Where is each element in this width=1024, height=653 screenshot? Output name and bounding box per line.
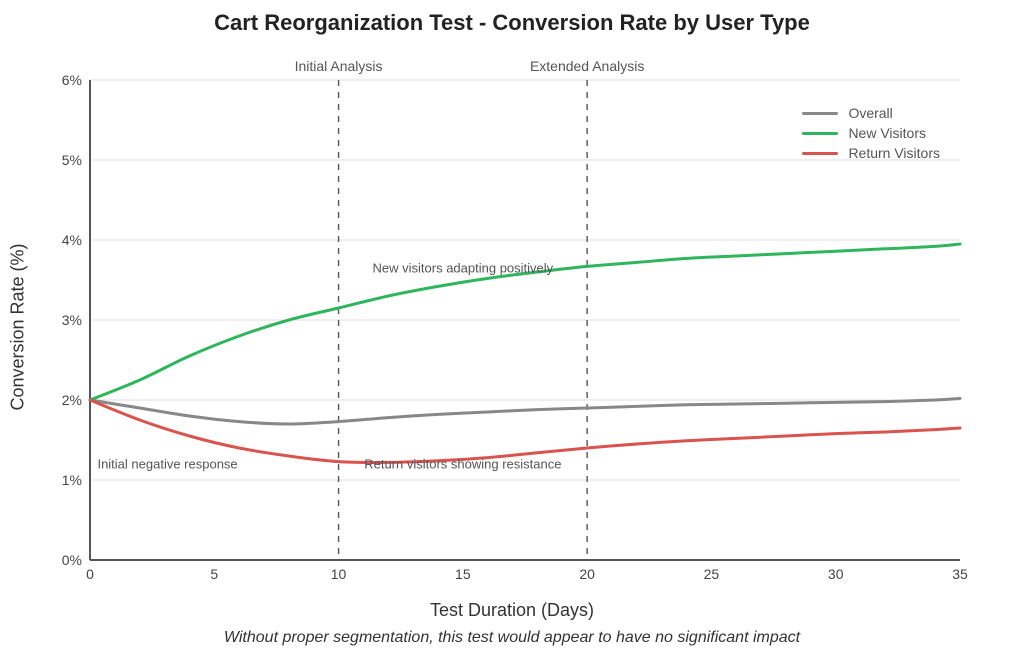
plot-area: Overall New Visitors Return Visitors 0%1… (90, 80, 960, 560)
y-tick-label: 3% (42, 312, 82, 328)
legend-swatch (802, 152, 838, 155)
legend-item-overall: Overall (802, 105, 940, 121)
x-tick-label: 35 (952, 566, 968, 582)
x-tick-label: 5 (210, 566, 218, 582)
annotation: New visitors adapting positively (373, 261, 554, 276)
x-tick-label: 0 (86, 566, 94, 582)
legend-item-new-visitors: New Visitors (802, 125, 940, 141)
y-tick-label: 1% (42, 472, 82, 488)
chart-title: Cart Reorganization Test - Conversion Ra… (0, 10, 1024, 36)
y-axis-label: Conversion Rate (%) (8, 243, 29, 410)
legend-label: Return Visitors (848, 145, 940, 161)
vline-label: Initial Analysis (295, 58, 383, 74)
x-axis-label: Test Duration (Days) (0, 600, 1024, 621)
y-tick-label: 2% (42, 392, 82, 408)
y-tick-label: 4% (42, 232, 82, 248)
x-tick-label: 20 (579, 566, 595, 582)
vline-label: Extended Analysis (530, 58, 644, 74)
legend-swatch (802, 132, 838, 135)
y-tick-label: 5% (42, 152, 82, 168)
x-tick-label: 25 (704, 566, 720, 582)
x-tick-label: 30 (828, 566, 844, 582)
annotation: Return visitors showing resistance (364, 457, 561, 472)
x-tick-label: 15 (455, 566, 471, 582)
chart-subtitle: Without proper segmentation, this test w… (0, 629, 1024, 647)
chart-root: Cart Reorganization Test - Conversion Ra… (0, 0, 1024, 653)
y-tick-label: 0% (42, 552, 82, 568)
legend-item-return-visitors: Return Visitors (802, 145, 940, 161)
annotation: Initial negative response (97, 457, 237, 472)
legend-label: New Visitors (848, 125, 926, 141)
y-tick-label: 6% (42, 72, 82, 88)
x-tick-label: 10 (331, 566, 347, 582)
legend: Overall New Visitors Return Visitors (802, 105, 940, 165)
legend-swatch (802, 112, 838, 115)
legend-label: Overall (848, 105, 892, 121)
